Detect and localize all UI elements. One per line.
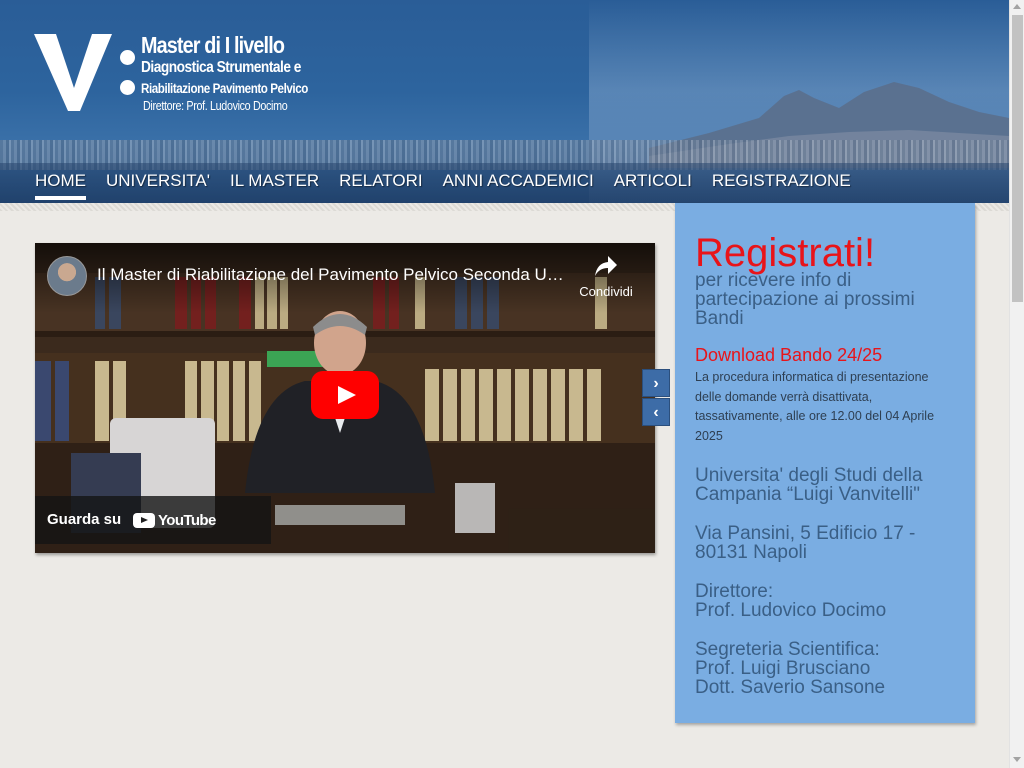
logo-subtitle-2: Riabilitazione Pavimento Pelvico <box>141 81 308 96</box>
share-label: Condividi <box>579 284 633 299</box>
youtube-wordmark: YouTube <box>158 512 216 529</box>
share-arrow-icon <box>595 256 617 276</box>
youtube-logo: YouTube <box>133 512 216 529</box>
registration-sidebar: Registrati! per ricevere info di parteci… <box>675 203 975 723</box>
video-title[interactable]: Il Master di Riabilitazione del Paviment… <box>97 265 567 285</box>
university-address: Via Pansini, 5 Edificio 17 - 80131 Napol… <box>695 523 916 563</box>
main-nav: HOME UNIVERSITA' IL MASTER RELATORI ANNI… <box>35 171 871 200</box>
channel-avatar[interactable] <box>47 256 87 296</box>
register-subtitle: per ricevere info di partecipazione ai p… <box>695 270 915 329</box>
secretariat-member-2: Dott. Saverio Sansone <box>695 677 886 698</box>
logo-colon-top <box>120 50 135 65</box>
logo-title: Master di I livello <box>141 32 285 58</box>
secretariat-member-1: Prof. Luigi Brusciano <box>695 658 871 679</box>
carousel-next-button[interactable]: › <box>642 369 670 397</box>
youtube-logo-icon <box>133 513 155 528</box>
nav-anni-accademici[interactable]: ANNI ACCADEMICI <box>443 171 594 200</box>
director-label: Direttore: <box>695 581 774 602</box>
v-logo-icon <box>34 34 112 111</box>
watch-on-label: Guarda su <box>47 511 122 528</box>
nav-registrazione[interactable]: REGISTRAZIONE <box>712 171 851 200</box>
site-logo[interactable]: Master di I livello Diagnostica Strument… <box>34 32 308 114</box>
youtube-video-embed[interactable]: Il Master di Riabilitazione del Paviment… <box>35 243 655 553</box>
procedure-notice: La procedura informatica di presentazion… <box>695 370 935 443</box>
director-name: Prof. Ludovico Docimo <box>695 600 887 621</box>
page-scrollbar[interactable] <box>1009 0 1024 768</box>
watch-on-youtube-button[interactable]: Guarda su YouTube <box>35 496 271 544</box>
chevron-right-icon: › <box>653 375 659 392</box>
scrollbar-thumb[interactable] <box>1012 15 1023 302</box>
director-block: Direttore: Prof. Ludovico Docimo <box>695 582 955 620</box>
secretariat-block: Segreteria Scientifica: Prof. Luigi Brus… <box>695 640 955 697</box>
nav-universita[interactable]: UNIVERSITA' <box>106 171 210 200</box>
nav-il-master[interactable]: IL MASTER <box>230 171 319 200</box>
play-button[interactable] <box>311 371 379 419</box>
scroll-down-arrow-icon[interactable] <box>1013 757 1021 762</box>
logo-colon-bottom <box>120 80 135 95</box>
share-button[interactable]: Condividi <box>571 255 641 299</box>
carousel-prev-button[interactable]: ‹ <box>642 398 670 426</box>
nav-relatori[interactable]: RELATORI <box>339 171 422 200</box>
logo-director: Direttore: Prof. Ludovico Docimo <box>143 99 288 113</box>
download-bando-link[interactable]: Download Bando 24/25 <box>695 345 955 366</box>
chevron-left-icon: ‹ <box>653 404 659 421</box>
logo-subtitle-1: Diagnostica Strumentale e <box>141 59 301 76</box>
secretariat-label: Segreteria Scientifica: <box>695 639 880 660</box>
register-title[interactable]: Registrati! <box>695 231 955 275</box>
nav-home[interactable]: HOME <box>35 171 86 200</box>
scroll-up-arrow-icon[interactable] <box>1013 4 1021 9</box>
university-name: Universita' degli Studi della Campania “… <box>695 465 923 505</box>
site-header: Master di I livello Diagnostica Strument… <box>0 0 1009 203</box>
nav-articoli[interactable]: ARTICOLI <box>614 171 692 200</box>
